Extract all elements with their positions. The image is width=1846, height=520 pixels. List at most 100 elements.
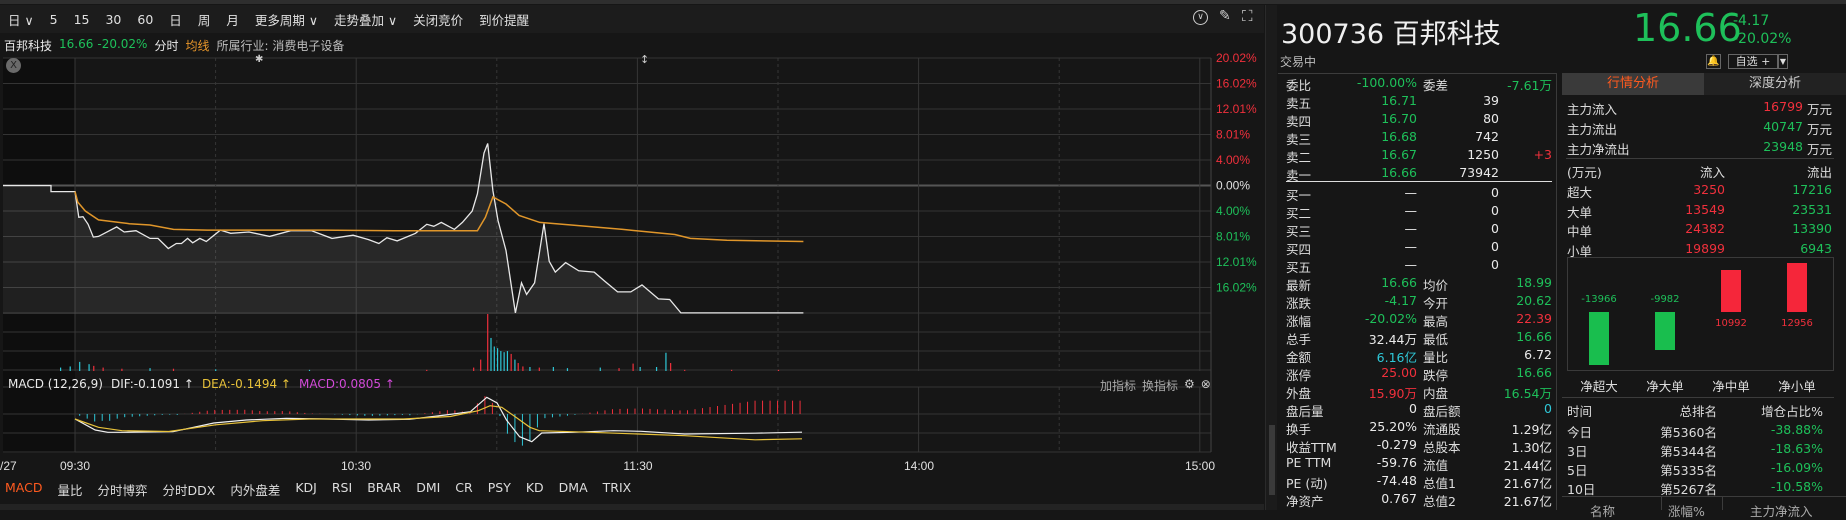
stat-value: 0 [1409,401,1417,416]
unit-label: 万元 [1807,122,1833,137]
stat-value: 16.66 [1516,365,1552,380]
bid-volume: 0 [1491,221,1499,236]
chart-info-bar: 百邦科技 16.66 -20.02% 分时 均线 所属行业: 消费电子设备 [4,37,344,53]
stat-label: 内盘 [1423,386,1449,401]
mode-fenshi[interactable]: 分时 [154,37,178,53]
toolbar-item[interactable]: 走势叠加 ∨ [326,10,405,29]
toolbar-item[interactable]: 15 [66,12,98,27]
net-flow-bar [1655,312,1675,350]
toolbar-item[interactable]: 30 [97,12,129,27]
tab-market-analysis[interactable]: 行情分析 [1562,73,1704,95]
fullscreen-icon[interactable]: ⛶ [1242,7,1253,25]
indicator-tab[interactable]: 分时博弈 [98,480,148,502]
indicator-tab[interactable]: RSI [332,480,352,502]
indicator-tab[interactable]: 内外盘差 [230,480,280,502]
indicator-tab[interactable]: BRAR [367,480,401,502]
watchlist-dropdown-icon[interactable]: ▼ [1778,54,1788,69]
ask-price: 16.66 [1381,165,1417,180]
indicator-tab[interactable]: PSY [488,480,511,502]
time-axis-label: 15:00 [1185,459,1215,473]
list-mainflow-header[interactable]: 主力净流入 [1750,501,1813,520]
toolbar-item[interactable]: 关闭竞价 [405,10,471,29]
bid-level-label: 买五 [1286,260,1312,275]
list-change-header[interactable]: 涨幅% [1668,501,1705,520]
splitter-handle[interactable] [1269,425,1275,495]
bid-level-label: 买三 [1286,224,1312,239]
panel-divider-vertical [1556,73,1557,510]
net-flow-label: 净小单 [1778,379,1816,394]
bid-price: — [1404,185,1418,200]
switch-indicator-button[interactable]: 换指标 [1142,377,1178,394]
net-flow-bar [1721,270,1741,312]
quote-change-pct: -20.02% [1733,31,1792,47]
column-divider [1722,497,1723,510]
position-ratio-header: 增仓占比% [1761,404,1823,419]
indicator-tab[interactable]: DMA [559,480,588,502]
close-indicator-icon[interactable]: ⊗ [1201,377,1211,394]
time-axis-label: 14:00 [904,459,934,473]
stat-label: 均价 [1423,278,1449,293]
stat-label: 涨跌 [1286,296,1312,311]
stat-value: 15.90万 [1368,386,1417,401]
toolbar-item[interactable]: 60 [129,12,161,27]
period-toolbar: 日 ∨ 5 15 30 60 日周月更多周期 ∨ 走势叠加 ∨ 关闭竞价 到价提醒 [0,5,1264,33]
toolbar-item[interactable]: 5 [42,12,66,27]
industry-label[interactable]: 所属行业: 消费电子设备 [217,37,345,53]
bottom-scrollbar[interactable] [0,504,1264,510]
watchlist-add-button[interactable]: 自选 + [1728,54,1778,69]
ask-level-label: 卖四 [1286,114,1312,129]
flow-out-header: 流出 [1806,165,1832,180]
stat-value: 1.29亿 [1511,422,1552,437]
brush-icon[interactable]: ✎ [1219,8,1231,24]
indicator-actions: 加指标 换指标 ⚙ ⊗ [1100,377,1211,394]
ask-price: 16.70 [1381,111,1417,126]
gear-icon[interactable]: ⚙ [1184,377,1195,394]
flow-unit-label: (万元) [1567,165,1602,180]
stat-label: 盘后额 [1423,404,1461,419]
net-flow-bar [1589,312,1609,366]
list-name-header[interactable]: 名称 [1590,501,1615,520]
stat-value: 22.39 [1516,311,1552,326]
axis-pct-label: 8.01% [1216,230,1250,244]
toolbar-item[interactable]: 日 [161,10,190,29]
toolbar-item[interactable]: 月 [218,10,247,29]
dropdown-circle-icon[interactable]: ∨ [1193,10,1208,25]
indicator-tab[interactable]: TRIX [603,480,632,502]
bid-price: — [1404,203,1418,218]
stat-label: 总值2 [1423,494,1456,509]
ask-volume: 1250 [1467,147,1499,162]
stat-value: 18.99 [1516,275,1552,290]
bell-alert-icon[interactable]: 🔔 [1706,54,1721,69]
stat-value: 25.00 [1381,365,1417,380]
axis-pct-label: 16.02% [1216,77,1257,91]
intraday-chart[interactable]: ✱ ↕ 20.02% 16.02% 12.01% 8.01% 4.00% 0.00% 4.00%… [0,0,1264,510]
tab-depth-analysis[interactable]: 深度分析 [1704,73,1846,95]
indicator-tab[interactable]: 量比 [57,480,82,502]
indicator-tab[interactable]: 分时DDX [163,480,216,502]
flow-in-value: 13549 [1685,201,1725,217]
toolbar-item[interactable]: 日 ∨ [0,10,42,29]
toolbar-item[interactable]: 周 [190,10,219,29]
toolbar-item[interactable]: 到价提醒 [471,10,537,29]
close-overlay-icon[interactable]: X [6,58,21,73]
toolbar-item[interactable]: 更多周期 ∨ [247,10,326,29]
panel-splitter[interactable] [1265,5,1277,510]
macd-title[interactable]: MACD (12,26,9) [8,377,103,391]
indicator-tab[interactable]: CR [455,480,472,502]
flow-in-value: 3250 [1693,182,1725,197]
time-axis-label: /27 [0,459,17,473]
position-ratio-value: -38.88% [1770,422,1823,437]
flow-out-value: 17216 [1792,182,1832,197]
info-change-pct: -20.02% [97,37,148,51]
stat-label: 总手 [1286,332,1312,347]
indicator-tab[interactable]: KD [526,480,544,502]
avg-line-toggle[interactable]: 均线 [185,37,209,53]
indicator-tab[interactable]: DMI [416,480,440,502]
indicator-tab[interactable]: KDJ [295,480,317,502]
macd-value: MACD:0.0805 ↑ [299,377,395,391]
indicator-tab[interactable]: MACD [5,480,42,502]
stat-label: 涨幅 [1286,314,1312,329]
add-indicator-button[interactable]: 加指标 [1100,377,1136,394]
stat-value: 16.66 [1516,329,1552,344]
axis-pct-label: 12.01% [1216,102,1257,116]
